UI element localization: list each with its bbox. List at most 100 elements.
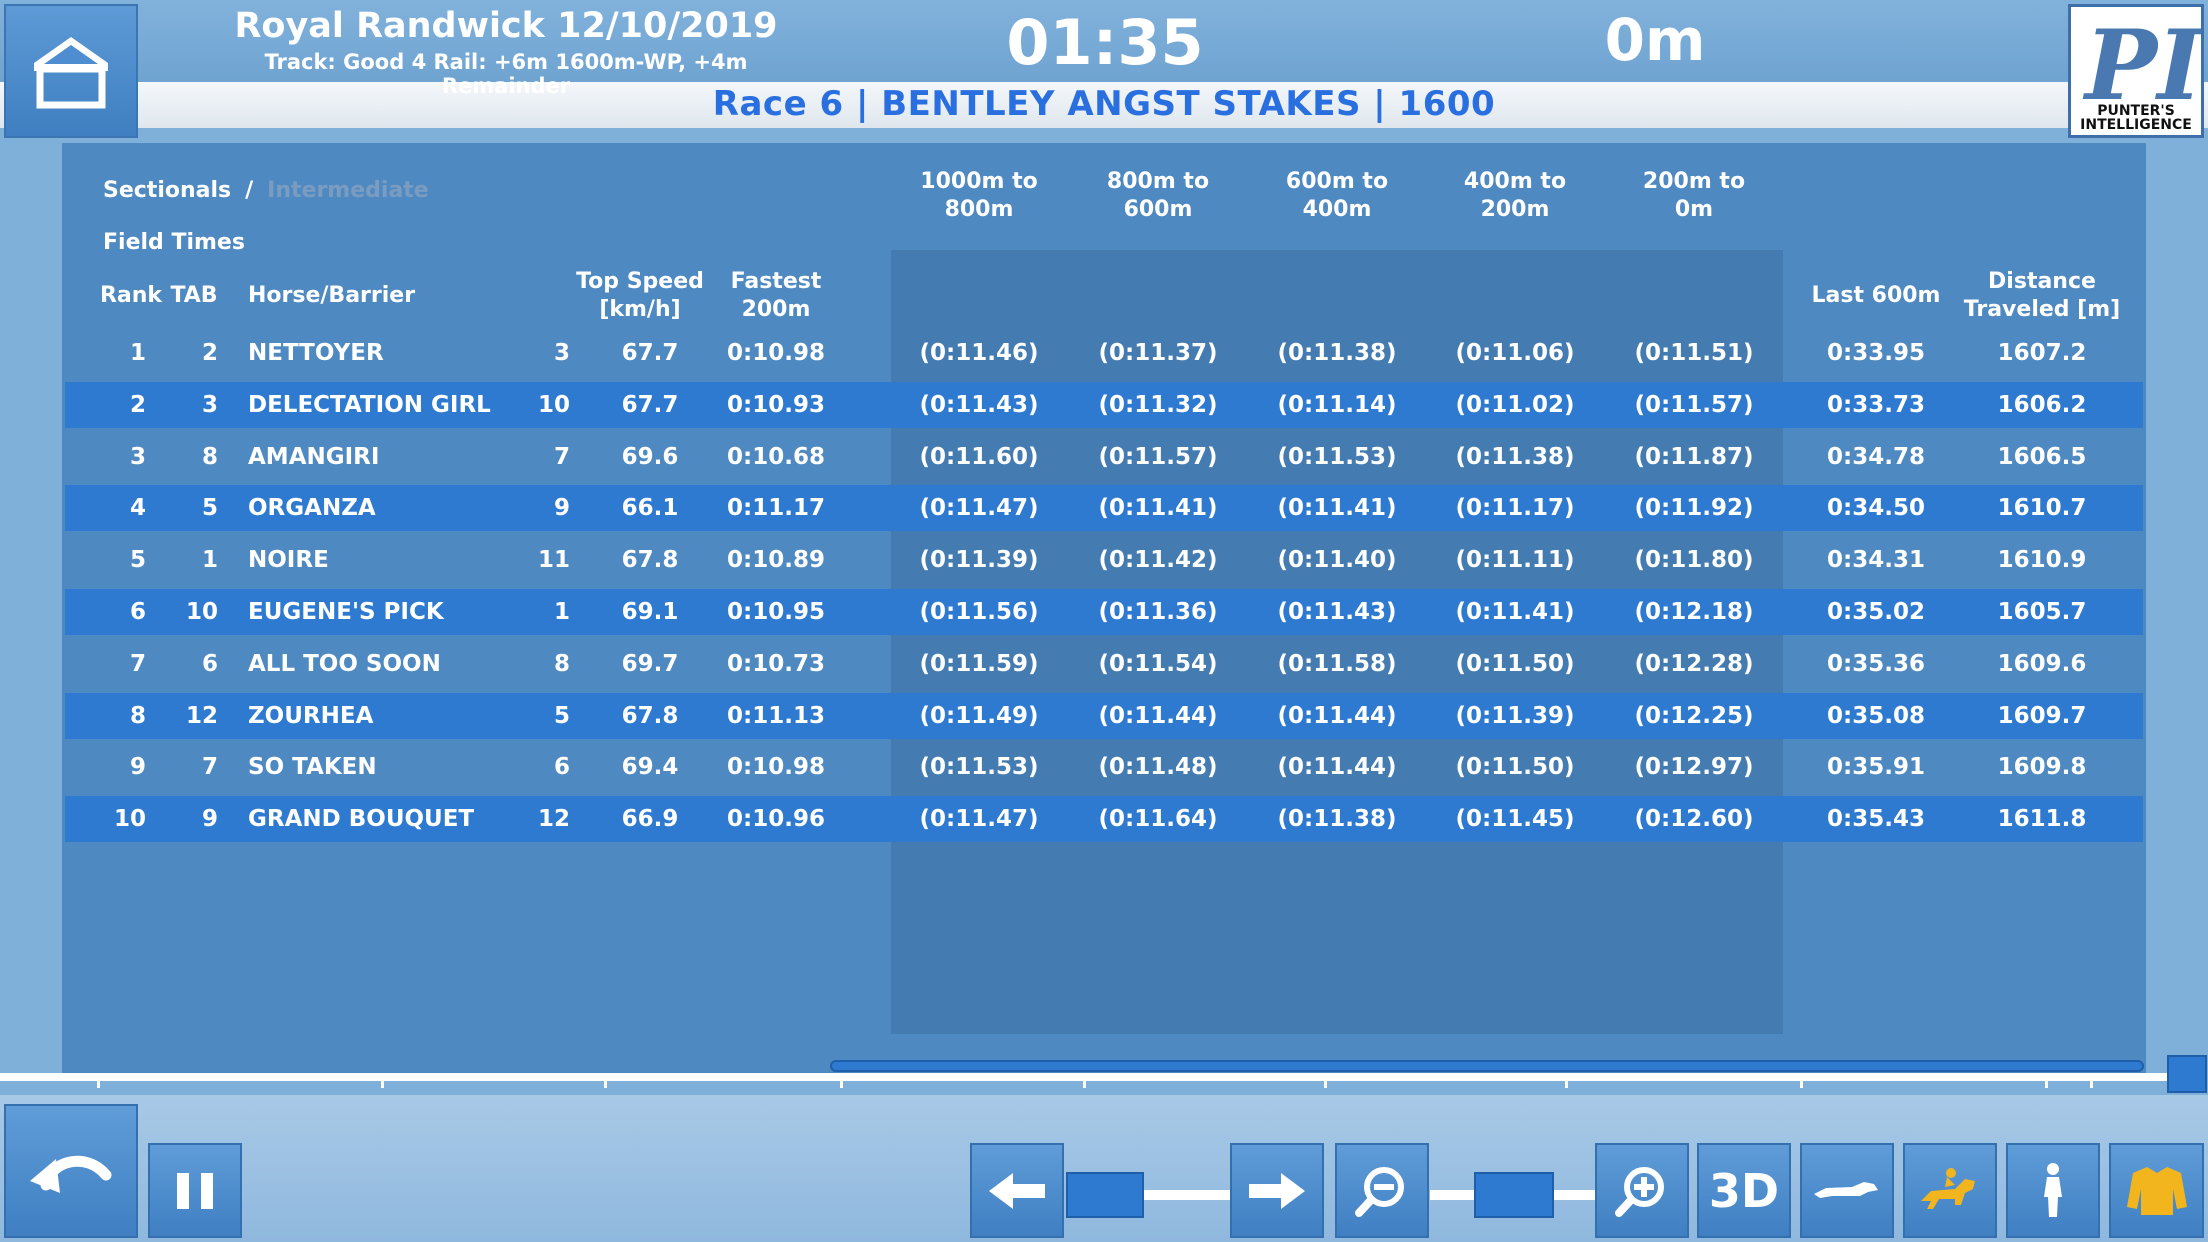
fastest-200m-cell: 0:10.95: [727, 599, 825, 625]
zoom-slider-knob[interactable]: [1474, 1172, 1554, 1218]
col-header-400-200: 400m to 200m: [1450, 168, 1580, 224]
home-button[interactable]: [4, 4, 138, 138]
timeline-end-handle[interactable]: [2167, 1055, 2207, 1093]
table-row[interactable]: 4 5 ORGANZA 9 66.1 0:11.17 (0:11.47) (0:11.41) (…: [65, 485, 2143, 531]
zoom-out-button[interactable]: [1335, 1143, 1429, 1238]
rank-cell: 6: [129, 599, 146, 625]
split-1000-800-cell: (0:11.49): [919, 703, 1039, 729]
distance-readout: 0m: [1604, 6, 1706, 74]
fastest-200m-cell: 0:10.96: [727, 806, 825, 832]
race-clock: 01:35: [1006, 6, 1204, 79]
rider-view-button[interactable]: [2006, 1143, 2100, 1238]
venue-info: Royal Randwick 12/10/2019 Track: Good 4 …: [226, 6, 786, 98]
timeline-tick: [1324, 1076, 1327, 1088]
col-header-distance: Distance Traveled [m]: [1960, 268, 2124, 324]
barrier-cell: 8: [553, 651, 570, 677]
tab-cell: 6: [201, 651, 218, 677]
speed-slider-knob[interactable]: [1066, 1172, 1144, 1218]
split-1000-800-cell: (0:11.43): [919, 392, 1039, 418]
timeline-progress[interactable]: [830, 1060, 2144, 1072]
step-back-button[interactable]: [970, 1143, 1064, 1238]
silks-icon: [2126, 1166, 2187, 1215]
col-header-200-0: 200m to 0m: [1629, 168, 1759, 224]
distance-traveled-cell: 1611.8: [1997, 806, 2087, 832]
table-row[interactable]: 6 10 EUGENE'S PICK 1 69.1 0:10.95 (0:11.56) (0:…: [65, 589, 2143, 635]
table-row[interactable]: 7 6 ALL TOO SOON 8 69.7 0:10.73 (0:11.59) (0:11…: [65, 641, 2143, 687]
table-row[interactable]: 1 2 NETTOYER 3 67.7 0:10.98 (0:11.46) (0:11.37)…: [65, 330, 2143, 376]
split-600-400-cell: (0:11.38): [1277, 806, 1397, 832]
breadcrumb: Sectionals / Intermediate: [103, 178, 429, 203]
view-3d-button[interactable]: 3D: [1697, 1143, 1791, 1238]
rank-cell: 7: [129, 651, 146, 677]
tab-intermediate[interactable]: Intermediate: [267, 178, 429, 203]
split-1000-800-cell: (0:11.39): [919, 547, 1039, 573]
replay-back-button[interactable]: [4, 1104, 138, 1238]
horse-name-cell: ALL TOO SOON: [248, 651, 441, 677]
split-600-400-cell: (0:11.44): [1277, 754, 1397, 780]
table-row[interactable]: 9 7 SO TAKEN 6 69.4 0:10.98 (0:11.53) (0:11.48)…: [65, 744, 2143, 790]
timeline-tick: [604, 1076, 607, 1088]
jockey-view-icon: [1921, 1167, 1975, 1209]
tab-cell: 8: [201, 444, 218, 470]
col-header-fastest-line2: 200m: [741, 297, 811, 322]
side-view-icon: [1814, 1181, 1878, 1198]
split-200-0-cell: (0:12.97): [1634, 754, 1754, 780]
col-header-last-600m: Last 600m: [1811, 283, 1941, 308]
fastest-200m-cell: 0:10.73: [727, 651, 825, 677]
silks-button[interactable]: [2109, 1143, 2204, 1238]
split-800-600-cell: (0:11.41): [1098, 495, 1218, 521]
table-row[interactable]: 3 8 AMANGIRI 7 69.6 0:10.68 (0:11.60) (0:11.57)…: [65, 434, 2143, 480]
zoom-slider-track-left[interactable]: [1430, 1190, 1474, 1200]
speed-slider-track[interactable]: [1144, 1190, 1232, 1200]
col-header-distance-line1: Distance: [1988, 269, 2096, 294]
table-row[interactable]: 8 12 ZOURHEA 5 67.8 0:11.13 (0:11.49) (0:11.44)…: [65, 693, 2143, 739]
split-400-200-cell: (0:11.50): [1455, 651, 1575, 677]
venue-name: Royal Randwick 12/10/2019: [234, 6, 778, 46]
col-header-1000-800-line1: 1000m to: [920, 169, 1038, 194]
zoom-out-icon: [1355, 1166, 1404, 1217]
barrier-cell: 12: [537, 806, 570, 832]
split-1000-800-cell: (0:11.60): [919, 444, 1039, 470]
timeline-tick: [2045, 1076, 2048, 1088]
jockey-view-button[interactable]: [1903, 1143, 1997, 1238]
last-600m-cell: 0:33.73: [1827, 392, 1925, 418]
split-600-400-cell: (0:11.40): [1277, 547, 1397, 573]
horse-name-cell: DELECTATION GIRL: [248, 392, 491, 418]
fastest-200m-cell: 0:10.98: [727, 754, 825, 780]
split-400-200-cell: (0:11.17): [1455, 495, 1575, 521]
split-400-200-cell: (0:11.38): [1455, 444, 1575, 470]
split-400-200-cell: (0:11.50): [1455, 754, 1575, 780]
col-header-1000-800-line2: 800m: [944, 197, 1014, 222]
table-row[interactable]: 2 3 DELECTATION GIRL 10 67.7 0:10.93 (0:11.43)…: [65, 382, 2143, 428]
last-600m-cell: 0:34.50: [1827, 495, 1925, 521]
horse-name-cell: SO TAKEN: [248, 754, 377, 780]
table-row[interactable]: 10 9 GRAND BOUQUET 12 66.9 0:10.96 (0:11.47) (0…: [65, 796, 2143, 842]
split-600-400-cell: (0:11.53): [1277, 444, 1397, 470]
col-header-200-0-line2: 0m: [1674, 197, 1714, 222]
split-200-0-cell: (0:12.25): [1634, 703, 1754, 729]
split-200-0-cell: (0:11.57): [1634, 392, 1754, 418]
barrier-cell: 11: [537, 547, 570, 573]
timeline-tick: [1083, 1076, 1086, 1088]
col-header-top-speed-line1: Top Speed: [576, 269, 704, 294]
col-header-1000-800: 1000m to 800m: [914, 168, 1044, 224]
zoom-in-button[interactable]: [1595, 1143, 1689, 1238]
last-600m-cell: 0:35.02: [1827, 599, 1925, 625]
step-forward-button[interactable]: [1230, 1143, 1324, 1238]
split-400-200-cell: (0:11.02): [1455, 392, 1575, 418]
col-header-fastest-line1: Fastest: [730, 269, 822, 294]
top-speed-cell: 67.8: [621, 547, 679, 573]
pause-button[interactable]: [148, 1143, 242, 1238]
table-row[interactable]: 5 1 NOIRE 11 67.8 0:10.89 (0:11.39) (0:11.42) (0…: [65, 537, 2143, 583]
split-600-400-cell: (0:11.58): [1277, 651, 1397, 677]
split-1000-800-cell: (0:11.56): [919, 599, 1039, 625]
zoom-slider-track-right[interactable]: [1554, 1190, 1596, 1200]
tab-sectionals[interactable]: Sectionals: [103, 178, 231, 203]
side-view-button[interactable]: [1800, 1143, 1894, 1238]
distance-traveled-cell: 1607.2: [1997, 340, 2087, 366]
timeline-tick: [840, 1076, 843, 1088]
top-speed-cell: 69.7: [621, 651, 679, 677]
horse-name-cell: AMANGIRI: [248, 444, 380, 470]
last-600m-cell: 0:35.43: [1827, 806, 1925, 832]
arrow-left-icon: [989, 1172, 1045, 1209]
